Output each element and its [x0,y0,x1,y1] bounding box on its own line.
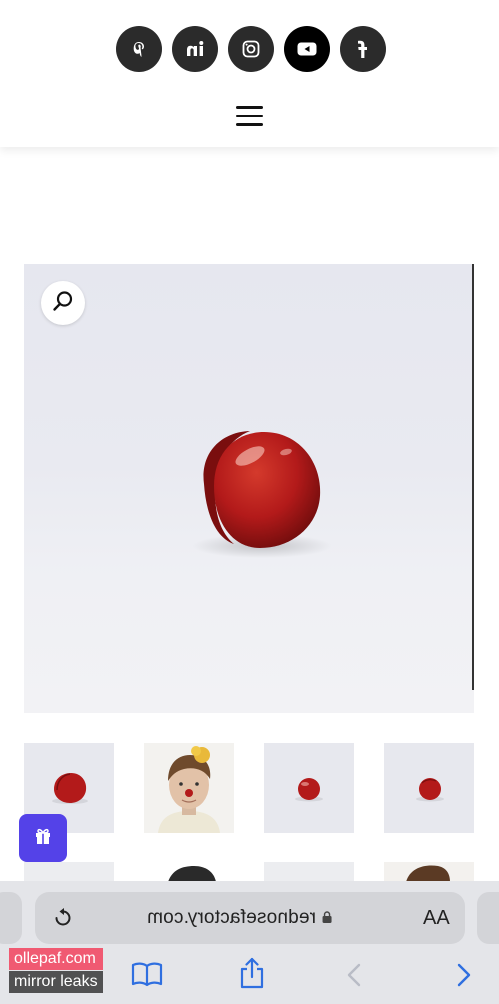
watermark-line-1: ollepaf.com [9,948,103,970]
address-bar[interactable]: rednosefactory.com AA [35,892,465,944]
zoom-button[interactable] [41,281,85,325]
back-icon[interactable] [346,963,362,992]
forward-icon[interactable] [456,963,472,992]
bookmarks-icon[interactable] [131,961,163,992]
gift-button[interactable] [19,814,67,862]
thumbnail-6[interactable] [144,862,234,882]
site-header [0,0,499,147]
watermark-line-2: mirror leaks [9,971,103,993]
url-display: rednosefactory.com [147,907,332,929]
gift-icon [34,827,52,850]
thumbnail-4[interactable] [384,743,474,833]
previous-tab[interactable] [0,892,22,944]
magnifier-icon [52,290,74,317]
instagram-icon[interactable] [228,26,274,72]
hamburger-menu-icon[interactable] [236,106,263,126]
thumbnail-2[interactable] [144,743,234,833]
watermark: ollepaf.com mirror leaks [9,948,103,993]
lock-icon [322,907,332,929]
next-tab[interactable] [477,892,499,944]
share-icon[interactable] [238,957,266,994]
product-thumbnails-row-2 [24,862,476,882]
pinterest-icon[interactable] [116,26,162,72]
social-links [116,26,386,72]
thumbnail-3[interactable] [264,743,354,833]
product-main-image[interactable] [24,264,474,713]
text-size-label: AA [423,907,450,929]
url-text: rednosefactory.com [147,907,317,928]
youtube-icon[interactable] [284,26,330,72]
reload-icon[interactable] [51,906,75,930]
text-size-button[interactable]: AA [423,907,450,930]
facebook-icon[interactable] [340,26,386,72]
thumbnail-7[interactable] [264,862,354,882]
thumbnail-8[interactable] [384,862,474,882]
linkedin-icon[interactable] [172,26,218,72]
thumbnail-5[interactable] [24,862,114,882]
product-thumbnails [24,743,476,833]
